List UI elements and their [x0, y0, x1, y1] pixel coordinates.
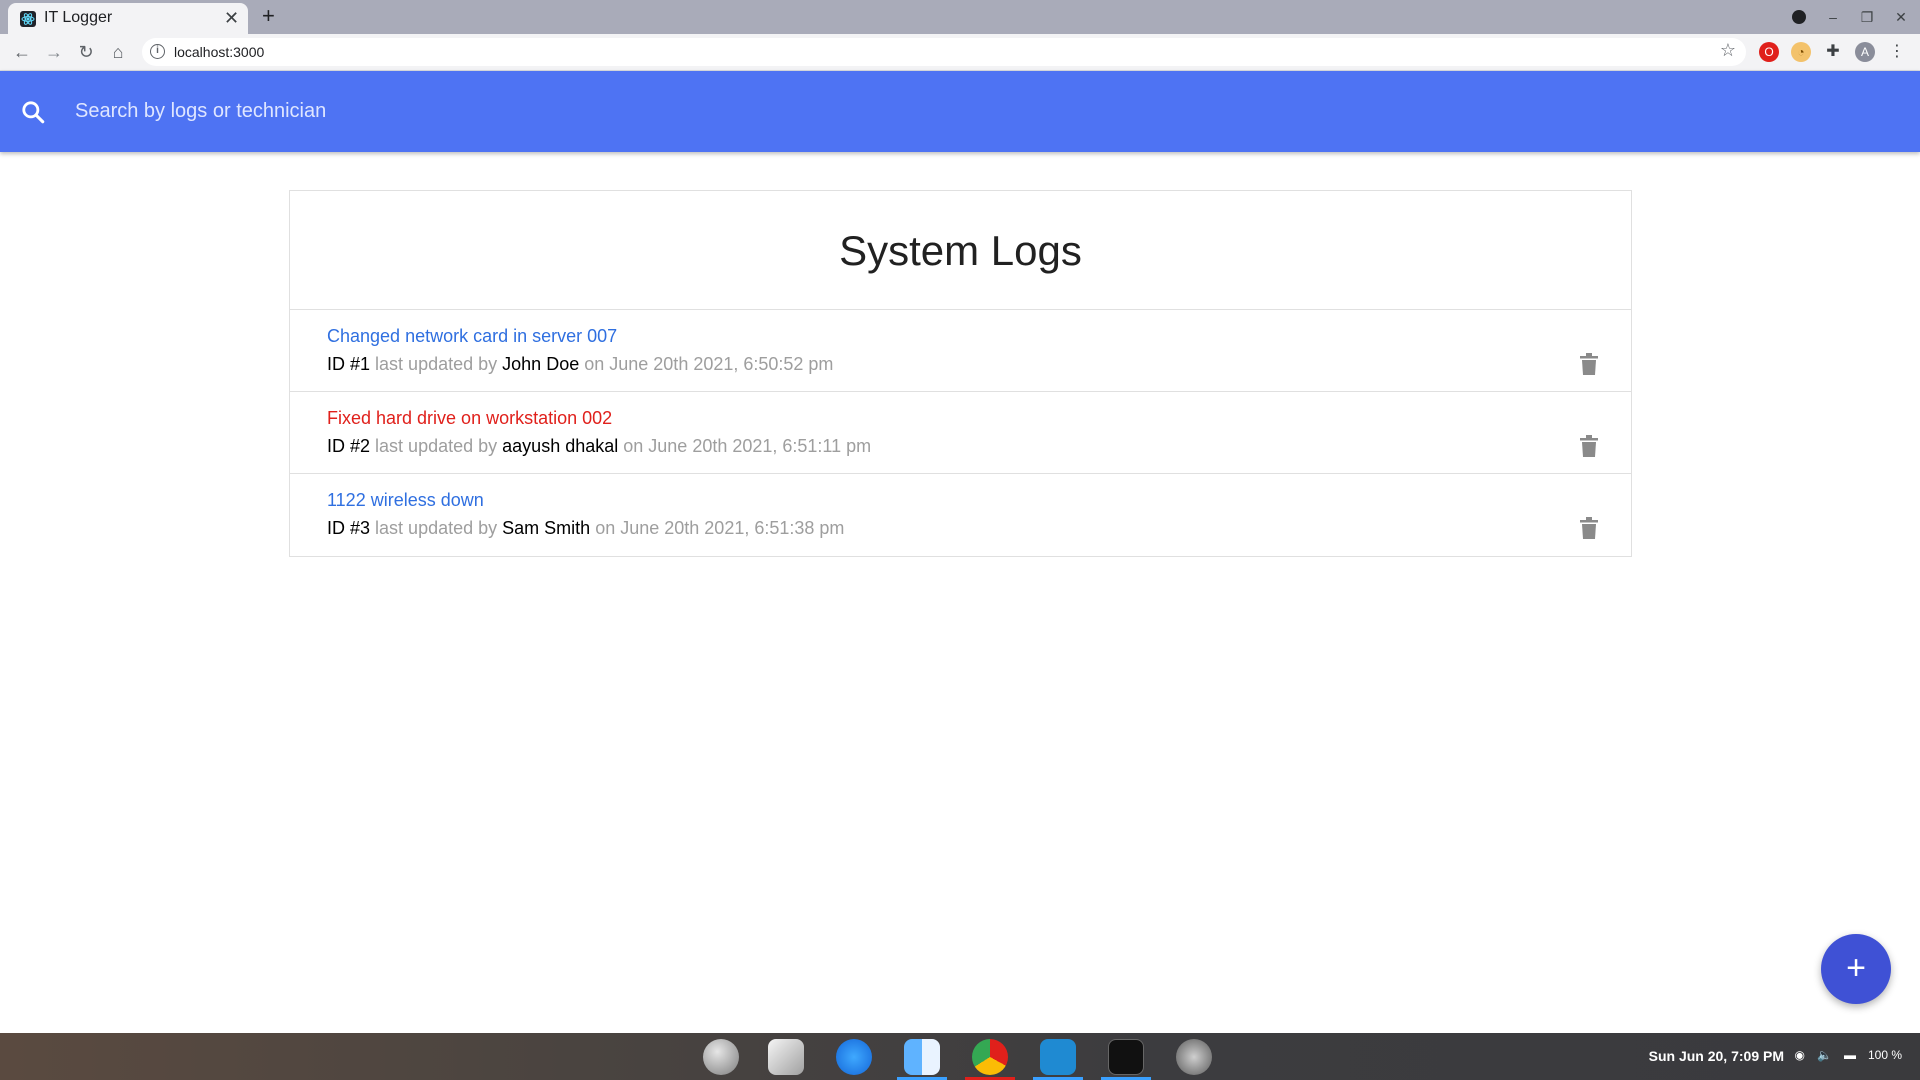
- browser-tab[interactable]: IT Logger ✕: [8, 3, 248, 34]
- address-bar[interactable]: i localhost:3000 ☆: [142, 38, 1746, 66]
- log-updated-by-text: last updated by: [375, 518, 498, 538]
- logs-collection: System Logs Changed network card in serv…: [289, 190, 1632, 557]
- search-icon[interactable]: [20, 99, 46, 125]
- os-taskbar: Sun Jun 20, 7:09 PM ◉ 🔈 ▬ 100 %: [0, 1033, 1920, 1080]
- app-navbar: [0, 71, 1920, 152]
- log-id: ID #1: [327, 354, 371, 374]
- page-title: System Logs: [839, 227, 1082, 274]
- volume-icon[interactable]: 🔈: [1817, 1048, 1832, 1062]
- network-icon[interactable]: ◉: [1795, 1048, 1805, 1062]
- back-icon[interactable]: ←: [10, 40, 34, 64]
- launcher-icon[interactable]: [703, 1039, 739, 1075]
- delete-trash-icon[interactable]: [1580, 353, 1598, 375]
- log-date: on June 20th 2021, 6:50:52 pm: [584, 354, 834, 374]
- extensions-puzzle-icon[interactable]: ✚: [1823, 42, 1843, 62]
- browser-tab-strip: IT Logger ✕ + – ❐ ✕: [0, 0, 1920, 34]
- url-text: localhost:3000: [174, 44, 265, 60]
- tab-search-icon[interactable]: [1792, 10, 1806, 24]
- menu-kebab-icon[interactable]: ⋮: [1887, 42, 1907, 62]
- home-icon[interactable]: ⌂: [106, 40, 130, 64]
- add-log-button[interactable]: +: [1821, 934, 1891, 1004]
- terminal-icon[interactable]: [1108, 1039, 1144, 1075]
- log-message-link[interactable]: Changed network card in server 007: [327, 326, 617, 347]
- extension-icon[interactable]: ◔: [1791, 42, 1811, 62]
- log-item: 1122 wireless down ID #3 last updated by…: [290, 474, 1631, 556]
- finder-icon[interactable]: [904, 1039, 940, 1075]
- opera-extension-icon[interactable]: O: [1759, 42, 1779, 62]
- profile-avatar[interactable]: A: [1855, 42, 1875, 62]
- log-tech: Sam Smith: [502, 518, 591, 538]
- settings-icon[interactable]: [1176, 1039, 1212, 1075]
- inkscape-icon[interactable]: [768, 1039, 804, 1075]
- bookmark-star-icon[interactable]: ☆: [1720, 40, 1736, 61]
- system-clock[interactable]: Sun Jun 20, 7:09 PM: [1649, 1048, 1784, 1064]
- react-favicon-icon: [20, 11, 36, 27]
- browser-toolbar: ← → ↻ ⌂ i localhost:3000 ☆ O ◔ ✚ A ⋮: [0, 34, 1920, 71]
- battery-icon[interactable]: ▬: [1844, 1048, 1856, 1062]
- log-updated-by-text: last updated by: [375, 354, 498, 374]
- log-id: ID #3: [327, 518, 371, 538]
- log-item: Changed network card in server 007 ID #1…: [290, 310, 1631, 392]
- site-info-icon[interactable]: i: [150, 44, 165, 59]
- log-date: on June 20th 2021, 6:51:11 pm: [623, 436, 872, 456]
- app-store-icon[interactable]: [836, 1039, 872, 1075]
- log-meta: ID #2 last updated by aayush dhakal on J…: [327, 436, 871, 457]
- log-meta: ID #3 last updated by Sam Smith on June …: [327, 518, 844, 539]
- logs-header: System Logs: [290, 191, 1631, 310]
- log-message-link[interactable]: Fixed hard drive on workstation 002: [327, 408, 612, 429]
- forward-icon[interactable]: →: [42, 40, 66, 64]
- tab-close-icon[interactable]: ✕: [224, 6, 239, 30]
- log-date: on June 20th 2021, 6:51:38 pm: [595, 518, 845, 538]
- close-window-icon[interactable]: ✕: [1894, 9, 1908, 26]
- window-controls: – ❐ ✕: [1792, 6, 1908, 28]
- log-tech: aayush dhakal: [502, 436, 619, 456]
- log-tech: John Doe: [502, 354, 580, 374]
- system-tray: ◉ 🔈 ▬ 100 %: [1795, 1048, 1902, 1062]
- tab-title: IT Logger: [44, 9, 113, 26]
- log-item: Fixed hard drive on workstation 002 ID #…: [290, 392, 1631, 474]
- plus-icon: +: [1846, 949, 1866, 987]
- log-updated-by-text: last updated by: [375, 436, 498, 456]
- battery-percent: 100 %: [1867, 1048, 1902, 1062]
- new-tab-button[interactable]: +: [262, 3, 275, 29]
- minimize-icon[interactable]: –: [1826, 9, 1840, 25]
- delete-trash-icon[interactable]: [1580, 517, 1598, 539]
- delete-trash-icon[interactable]: [1580, 435, 1598, 457]
- log-id: ID #2: [327, 436, 371, 456]
- restore-icon[interactable]: ❐: [1860, 9, 1874, 26]
- log-meta: ID #1 last updated by John Doe on June 2…: [327, 354, 833, 375]
- vscode-icon[interactable]: [1040, 1039, 1076, 1075]
- log-message-link[interactable]: 1122 wireless down: [327, 490, 484, 511]
- chrome-icon[interactable]: [972, 1039, 1008, 1075]
- reload-icon[interactable]: ↻: [74, 40, 98, 64]
- search-input[interactable]: [75, 89, 1775, 133]
